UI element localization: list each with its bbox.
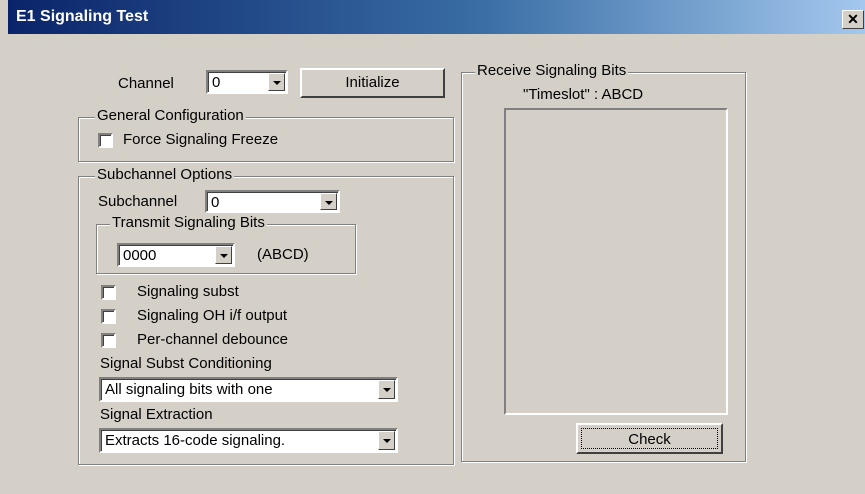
check-button[interactable]: Check: [576, 423, 723, 454]
chevron-down-icon[interactable]: [215, 246, 232, 264]
signal-subst-conditioning-value: All signaling bits with one: [105, 381, 273, 398]
timeslot-header: "Timeslot" : ABCD: [523, 86, 644, 103]
channel-label: Channel: [118, 75, 174, 92]
signal-extraction-label: Signal Extraction: [100, 406, 213, 423]
signaling-subst-checkbox[interactable]: [101, 285, 116, 300]
receive-signaling-bits-title: Receive Signaling Bits: [475, 62, 629, 79]
subchannel-value: 0: [211, 194, 220, 211]
signal-extraction-value: Extracts 16-code signaling.: [105, 432, 286, 449]
chevron-down-icon[interactable]: [268, 73, 285, 91]
subchannel-select[interactable]: 0: [205, 190, 340, 213]
close-button[interactable]: ✕: [842, 10, 864, 29]
general-configuration-title: General Configuration: [95, 107, 246, 124]
channel-value: 0: [212, 74, 221, 91]
initialize-label: Initialize: [345, 74, 400, 91]
channel-select[interactable]: 0: [206, 70, 288, 94]
per-channel-debounce-checkbox[interactable]: [101, 333, 116, 348]
chevron-down-icon[interactable]: [378, 380, 395, 399]
check-focus-rect: Check: [581, 428, 718, 449]
signal-subst-conditioning-select[interactable]: All signaling bits with one: [99, 377, 398, 402]
signal-extraction-select[interactable]: Extracts 16-code signaling.: [99, 428, 398, 453]
initialize-button[interactable]: Initialize: [300, 68, 445, 98]
close-icon: ✕: [847, 11, 859, 27]
window-title: E1 Signaling Test: [16, 8, 149, 25]
receive-bits-list[interactable]: [504, 108, 728, 415]
transmit-bits-select[interactable]: 0000: [117, 243, 235, 267]
per-channel-debounce-label: Per-channel debounce: [137, 331, 288, 348]
subchannel-options-title: Subchannel Options: [95, 166, 235, 183]
check-label: Check: [628, 431, 671, 448]
transmit-bits-value: 0000: [123, 247, 157, 264]
transmit-signaling-bits-title: Transmit Signaling Bits: [110, 214, 267, 231]
subchannel-label: Subchannel: [98, 193, 178, 210]
signaling-subst-label: Signaling subst: [137, 283, 239, 300]
signal-subst-conditioning-label: Signal Subst Conditioning: [100, 355, 272, 372]
chevron-down-icon[interactable]: [378, 431, 395, 450]
transmit-bits-suffix: (ABCD): [257, 246, 309, 263]
force-signaling-freeze-checkbox[interactable]: [98, 133, 113, 148]
chevron-down-icon[interactable]: [320, 193, 337, 210]
force-signaling-freeze-label: Force Signaling Freeze: [123, 131, 279, 148]
title-bar: E1 Signaling Test ✕: [8, 0, 865, 34]
e1-signaling-dialog: E1 Signaling Test ✕ Channel 0 Initialize…: [0, 0, 865, 494]
signaling-oh-output-label: Signaling OH i/f output: [137, 307, 288, 324]
signaling-oh-output-checkbox[interactable]: [101, 309, 116, 324]
